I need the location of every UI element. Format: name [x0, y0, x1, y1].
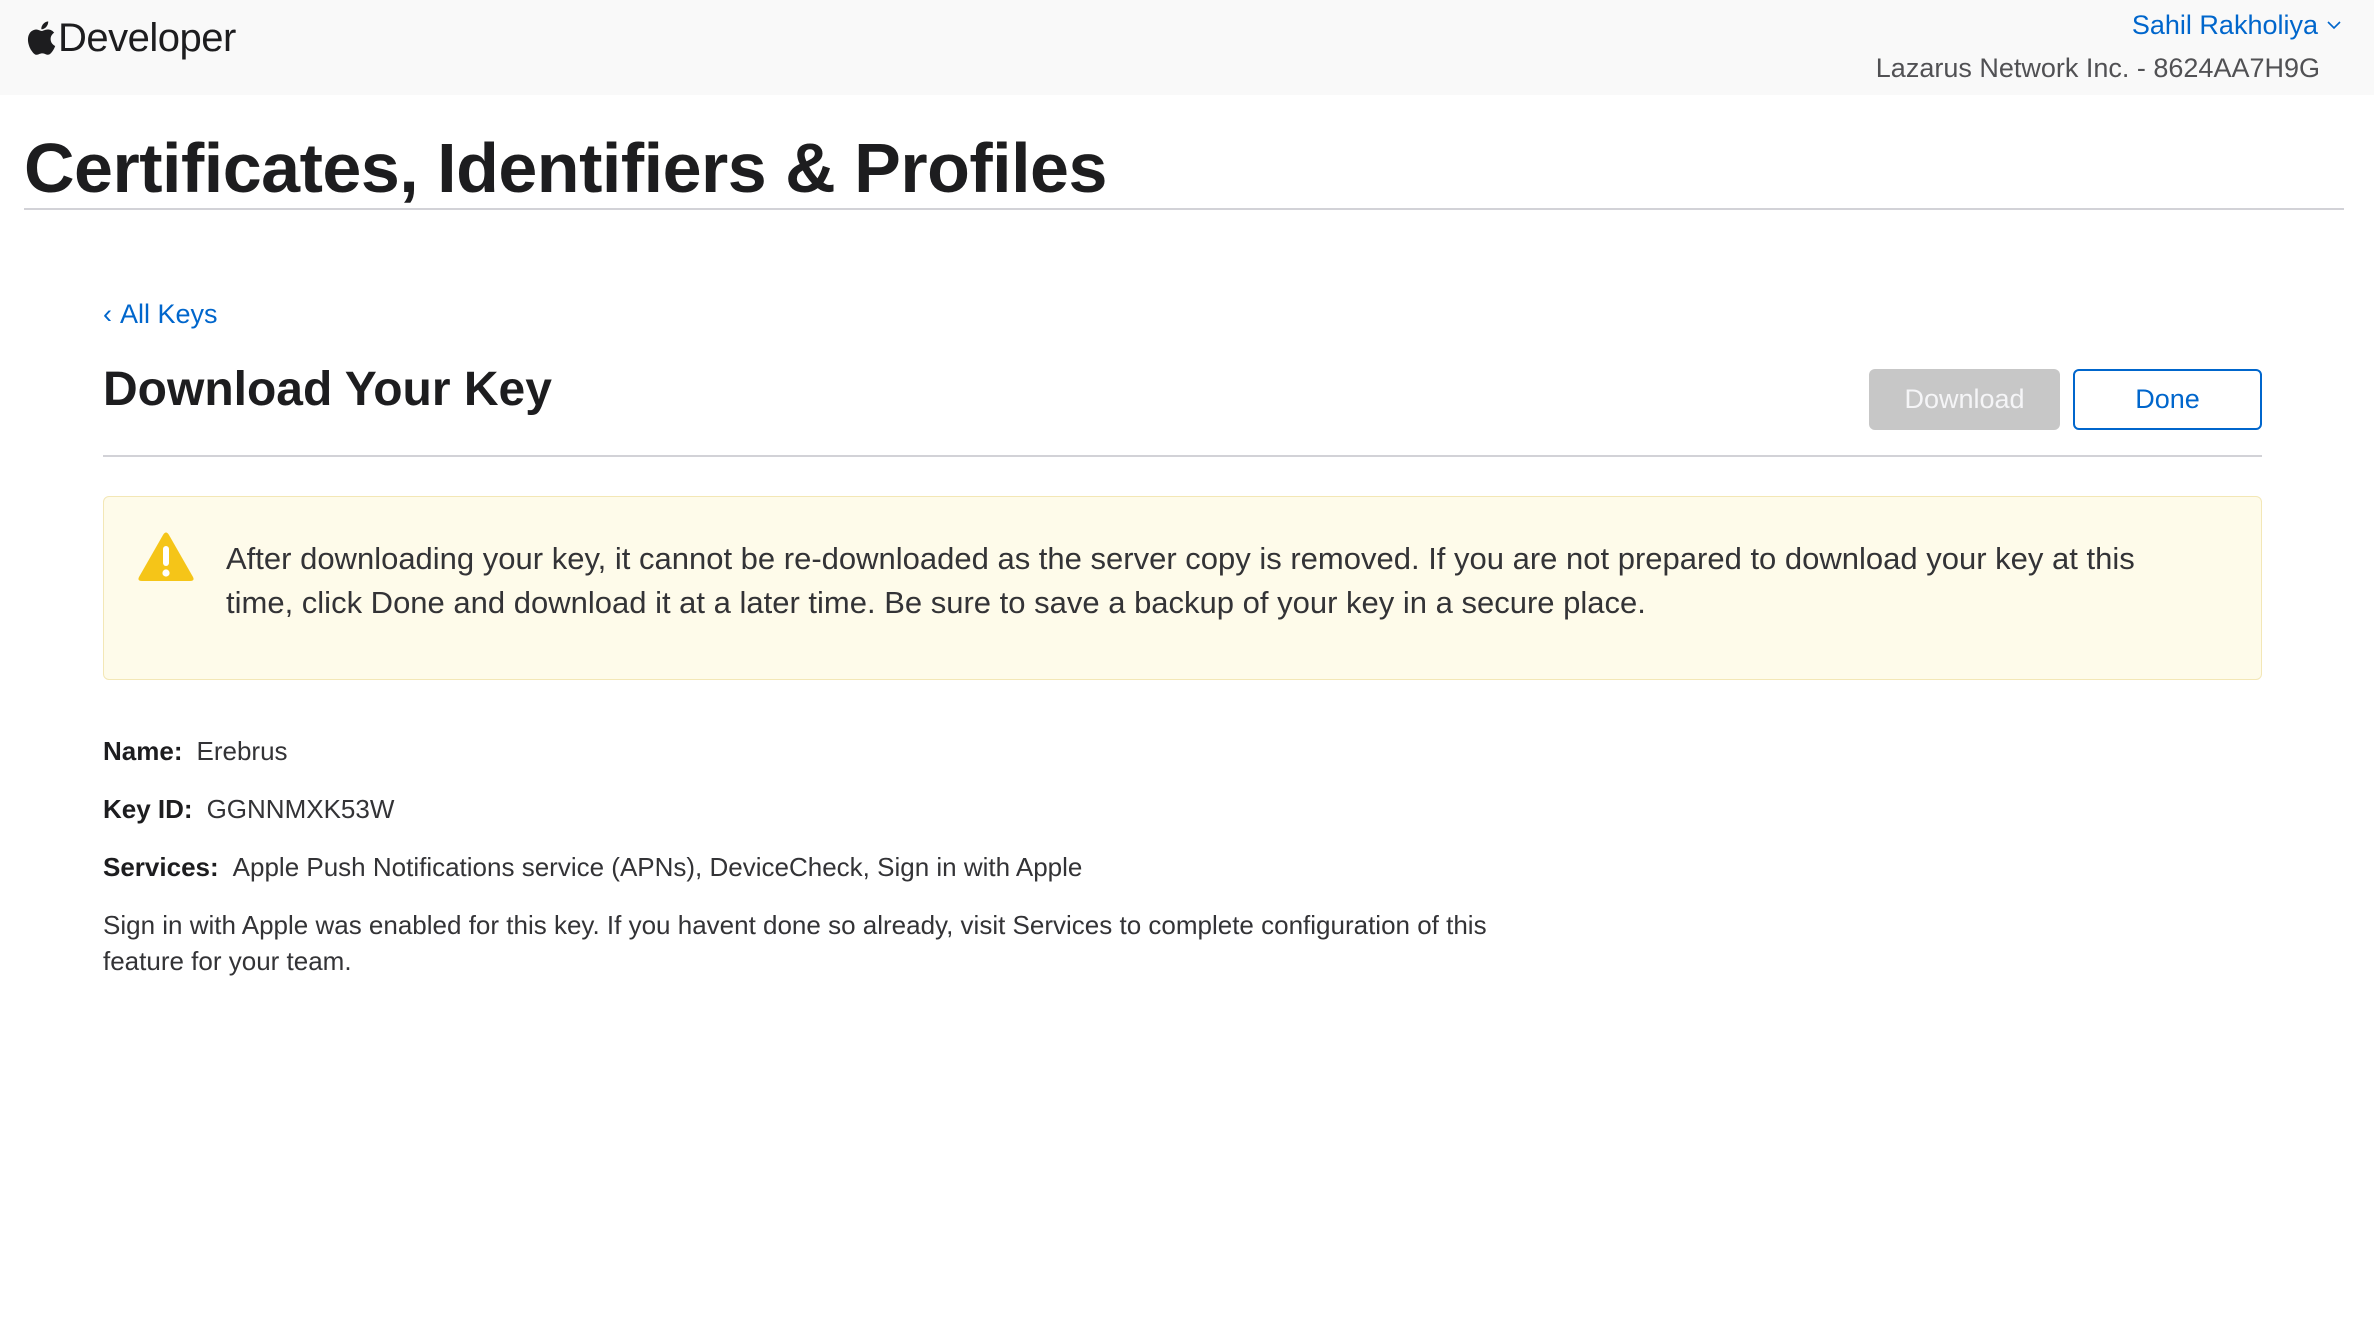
chevron-down-icon: [2327, 21, 2341, 30]
all-keys-back-link[interactable]: ‹ All Keys: [103, 296, 218, 332]
warning-notice-text: After downloading your key, it cannot be…: [226, 541, 2135, 620]
key-details: Name: Erebrus Key ID: GGNNMXK53W Service…: [103, 733, 1703, 979]
warning-notice: After downloading your key, it cannot be…: [103, 496, 2262, 680]
chevron-left-icon: ‹: [103, 299, 112, 329]
title-divider: [24, 208, 2344, 210]
global-header: Developer Sahil Rakholiya Lazarus Networ…: [0, 0, 2374, 95]
apple-logo-icon: [27, 21, 56, 55]
download-button[interactable]: Download: [1869, 369, 2060, 430]
detail-row-key-id: Key ID: GGNNMXK53W: [103, 791, 1703, 849]
sign-in-with-apple-note: Sign in with Apple was enabled for this …: [103, 910, 1487, 976]
section-divider: [103, 455, 2262, 457]
page-title: Certificates, Identifiers & Profiles: [24, 129, 1107, 207]
done-button[interactable]: Done: [2073, 369, 2262, 430]
section-title: Download Your Key: [103, 363, 552, 416]
account-user-dropdown[interactable]: Sahil Rakholiya: [2132, 8, 2342, 42]
services-value: Apple Push Notifications service (APNs),…: [232, 852, 1083, 882]
account-team: Lazarus Network Inc. - 8624AA7H9G: [1875, 53, 2320, 83]
name-label: Name:: [103, 736, 183, 766]
services-label: Services:: [103, 852, 219, 882]
key-id-label: Key ID:: [103, 794, 193, 824]
back-link-label: All Keys: [120, 299, 218, 329]
account-menu: Sahil Rakholiya Lazarus Network Inc. - 8…: [1876, 8, 2342, 84]
brand-name: Developer: [58, 16, 236, 60]
detail-row-services: Services: Apple Push Notifications servi…: [103, 849, 1703, 907]
warning-icon: [138, 532, 194, 581]
name-value: Erebrus: [196, 736, 288, 766]
developer-home-link[interactable]: Developer: [26, 14, 236, 62]
detail-row-name: Name: Erebrus: [103, 733, 1703, 791]
account-user-name: Sahil Rakholiya: [2131, 10, 2318, 40]
key-id-value: GGNNMXK53W: [206, 794, 395, 824]
